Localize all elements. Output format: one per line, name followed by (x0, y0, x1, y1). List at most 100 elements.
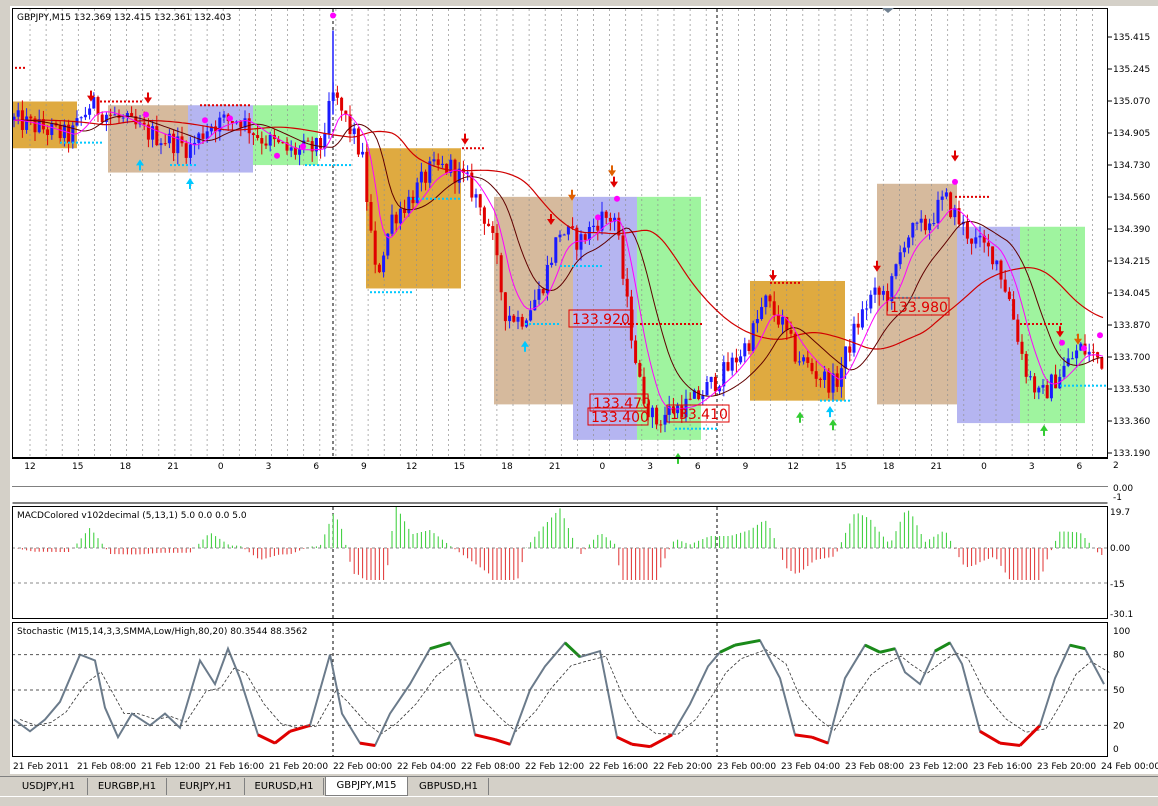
price-axis-label: 133.360 (1113, 417, 1150, 427)
signal-dot (337, 164, 339, 167)
signal-dot (170, 164, 172, 167)
signal-dot (798, 281, 800, 284)
signal-dot (596, 265, 598, 268)
macd-axis-label: -30.1 (1110, 610, 1133, 620)
time-axis-label: 21 Feb 20:00 (269, 762, 328, 772)
price-axis-label: 134.045 (1113, 289, 1150, 299)
candle-body (734, 357, 738, 363)
signal-dot (317, 164, 319, 167)
signal-dot (410, 291, 412, 294)
candle-body (1024, 353, 1028, 377)
candle-body (520, 316, 524, 327)
candle-body (970, 238, 974, 244)
signal-dot (104, 100, 106, 103)
tab-eurusd-h1[interactable]: EURUSD,H1 (245, 778, 324, 795)
signal-dot (1088, 384, 1090, 387)
signal-dot (971, 195, 973, 198)
candle-body (516, 316, 520, 322)
signal-dot (820, 399, 822, 402)
candle-body (726, 362, 730, 371)
signal-dot (84, 141, 86, 144)
chart-canvas[interactable]: 133.920133.470133.400 133.410133.980 135.… (0, 0, 1158, 776)
signal-dot (545, 322, 547, 325)
time-axis-label: 22 Feb 08:00 (461, 762, 520, 772)
hour-tick-label: 3 (1029, 462, 1035, 472)
hour-tick-label: 6 (1077, 462, 1083, 472)
candle-body (634, 340, 638, 363)
candle-body (1087, 351, 1091, 355)
magenta-dot (300, 143, 306, 150)
signal-dot (1072, 384, 1074, 387)
candle-body (659, 424, 663, 426)
signal-dot (232, 104, 234, 107)
signal-dot (128, 100, 130, 103)
tab-gbpusd-h1[interactable]: GBPUSD,H1 (409, 778, 489, 795)
signal-dot (244, 104, 246, 107)
signal-dot (80, 141, 82, 144)
signal-dot (178, 164, 180, 167)
signal-dot (474, 147, 476, 150)
macd-axis-label: -15 (1110, 580, 1125, 590)
signal-dot (76, 141, 78, 144)
signal-dot (683, 427, 685, 430)
hour-tick-label: 21 (167, 462, 178, 472)
candle-body (911, 222, 915, 238)
candle-body (453, 159, 457, 183)
tab-usdjpy-h1[interactable]: USDJPY,H1 (10, 778, 88, 795)
signal-dot (438, 197, 440, 200)
candle-body (88, 108, 92, 115)
candle-body (995, 260, 999, 265)
candle-body (705, 382, 709, 396)
tab-gbpjpy-m15[interactable]: GBPJPY,M15 (325, 777, 408, 796)
tab-eurjpy-h1[interactable]: EURJPY,H1 (167, 778, 245, 795)
time-axis-label: 23 Feb 16:00 (973, 762, 1032, 772)
signal-dot (987, 195, 989, 198)
candle-body (713, 376, 717, 392)
signal-dot (1056, 322, 1058, 325)
candle-body (79, 117, 83, 119)
signal-dot (672, 322, 674, 325)
candle-body (96, 97, 100, 115)
candle-body (919, 218, 923, 223)
signal-dot (700, 322, 702, 325)
candle-body (1062, 365, 1066, 377)
candle-body (865, 308, 869, 310)
signal-dot (1068, 384, 1070, 387)
candle-body (1091, 351, 1095, 353)
time-axis-label: 23 Feb 20:00 (1037, 762, 1096, 772)
time-axis-label: 23 Feb 04:00 (781, 762, 840, 772)
signal-dot (699, 427, 701, 430)
signal-dot (174, 164, 176, 167)
candle-body (159, 143, 163, 146)
price-axis-label: 133.870 (1113, 321, 1150, 331)
chart-tab-bar: USDJPY,H1 EURGBP,H1 EURJPY,H1 EURUSD,H1 … (0, 776, 1158, 797)
candle-body (1016, 319, 1020, 342)
time-axis-label: 21 Feb 2011 (13, 762, 69, 772)
signal-dot (656, 322, 658, 325)
candle-body (835, 373, 839, 387)
candle-body (46, 129, 50, 135)
candle-body (398, 208, 402, 224)
candle-body (894, 264, 898, 277)
time-axis-label: 21 Feb 08:00 (77, 762, 136, 772)
signal-dot (560, 265, 562, 268)
candle-body (16, 110, 20, 117)
candle-body (83, 114, 87, 118)
time-axis-label: 23 Feb 00:00 (717, 762, 776, 772)
candle-body (638, 362, 642, 377)
signal-dot (124, 100, 126, 103)
hour-tick-label: 12 (406, 462, 417, 472)
candle-body (877, 287, 881, 295)
candle-body (688, 398, 692, 400)
candle-body (58, 125, 62, 139)
price-axis-label: 133.530 (1113, 385, 1150, 395)
signal-dot (692, 322, 694, 325)
signal-dot (182, 164, 184, 167)
signal-dot (967, 195, 969, 198)
time-axis-label: 22 Feb 12:00 (525, 762, 584, 772)
candle-body (802, 357, 806, 362)
signal-dot (136, 100, 138, 103)
candle-body (760, 307, 764, 320)
tab-eurgbp-h1[interactable]: EURGBP,H1 (88, 778, 167, 795)
candle-body (974, 237, 978, 244)
